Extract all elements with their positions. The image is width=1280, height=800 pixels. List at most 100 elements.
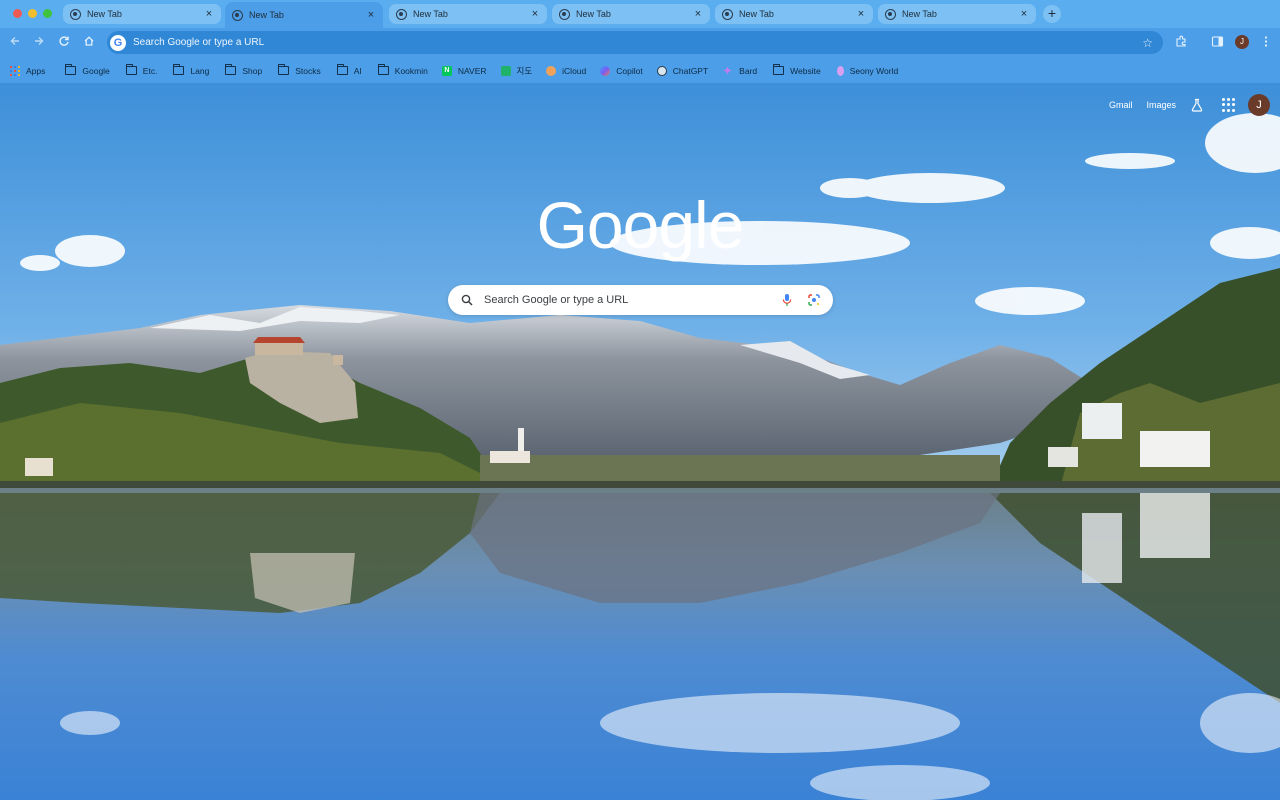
- chatgpt-icon: [656, 65, 667, 76]
- close-window-button[interactable]: [13, 9, 22, 18]
- reload-button[interactable]: [55, 34, 73, 52]
- bookmark-copilot[interactable]: Copilot: [598, 61, 648, 81]
- folder-icon: [65, 64, 77, 75]
- folder-icon: [173, 64, 185, 75]
- tab-close-icon[interactable]: ×: [855, 8, 867, 20]
- back-button[interactable]: [6, 34, 24, 52]
- bookmark-label: Seony World: [849, 65, 899, 76]
- folder-icon: [336, 64, 348, 75]
- home-button[interactable]: [80, 34, 98, 52]
- folder-icon: [225, 64, 237, 75]
- tab-close-icon[interactable]: ×: [203, 8, 215, 20]
- tab-title: New Tab: [902, 9, 937, 19]
- bookmark-folder-kookmin[interactable]: Kookmin: [376, 61, 434, 81]
- apps-grid-icon: [10, 65, 20, 76]
- bookmark-label: ChatGPT: [672, 65, 709, 76]
- tab-close-icon[interactable]: ×: [692, 8, 704, 20]
- omnibox[interactable]: G Search Google or type a URL ☆: [107, 31, 1163, 54]
- bookmark-bard[interactable]: Bard: [720, 61, 763, 81]
- reload-icon: [59, 36, 69, 46]
- tab-new-tab-3[interactable]: New Tab ×: [389, 4, 547, 24]
- tab-new-tab-5[interactable]: New Tab ×: [715, 4, 873, 24]
- omnibox-placeholder: Search Google or type a URL: [133, 37, 265, 48]
- chrome-favicon-icon: [559, 8, 570, 20]
- tab-close-icon[interactable]: ×: [365, 9, 377, 21]
- bard-icon: [723, 66, 733, 75]
- chrome-favicon-icon: [232, 9, 243, 21]
- labs-flask-icon[interactable]: [1190, 98, 1204, 112]
- copilot-icon: [600, 65, 611, 76]
- search-placeholder: Search Google or type a URL: [484, 294, 629, 306]
- side-panel-icon: [1211, 36, 1223, 47]
- arrow-right-icon: [35, 37, 44, 45]
- tab-close-icon[interactable]: ×: [1018, 8, 1030, 20]
- bookmarks-bar: Apps Google Etc. Lang Shop Stocks AI Koo…: [0, 58, 1280, 83]
- bookmark-seony-world[interactable]: Seony World: [835, 61, 905, 81]
- new-tab-button[interactable]: +: [1043, 5, 1061, 23]
- tab-title: New Tab: [576, 9, 611, 19]
- bookmark-icloud[interactable]: iCloud: [544, 61, 592, 81]
- ntp-top-links: Gmail Images J: [1109, 93, 1280, 117]
- bookmark-label: Bard: [739, 65, 758, 76]
- bookmark-label: 지도: [516, 65, 533, 76]
- tab-title: New Tab: [739, 9, 774, 19]
- bookmark-label: Stocks: [295, 65, 321, 76]
- bookmark-naver-map[interactable]: 지도: [499, 61, 539, 81]
- kebab-menu-icon: [1264, 36, 1268, 47]
- bookmark-star-icon[interactable]: ☆: [1142, 36, 1153, 50]
- search-icon: [461, 294, 473, 306]
- chrome-favicon-icon: [70, 8, 81, 20]
- menu-button[interactable]: [1258, 35, 1274, 51]
- chrome-favicon-icon: [885, 8, 896, 20]
- google-logo: Google: [536, 188, 745, 262]
- bookmark-folder-google[interactable]: Google: [63, 61, 115, 81]
- bookmark-label: Kookmin: [394, 65, 428, 76]
- bookmark-label: AI: [353, 65, 362, 76]
- google-lens-icon[interactable]: [807, 293, 821, 307]
- ntp-search-box[interactable]: Search Google or type a URL: [448, 285, 833, 315]
- google-g-icon: G: [110, 34, 126, 51]
- bookmark-folder-lang[interactable]: Lang: [171, 61, 215, 81]
- side-panel-button[interactable]: [1209, 35, 1225, 51]
- extensions-button[interactable]: [1173, 35, 1189, 51]
- bookmark-label: Google: [82, 65, 110, 76]
- images-link[interactable]: Images: [1146, 100, 1176, 110]
- folder-icon: [125, 64, 137, 75]
- bookmark-label: Shop: [242, 65, 263, 76]
- bookmark-folder-stocks[interactable]: Stocks: [276, 61, 327, 81]
- account-avatar[interactable]: J: [1248, 94, 1270, 116]
- bookmark-folder-shop[interactable]: Shop: [223, 61, 268, 81]
- toolbar: G Search Google or type a URL ☆: [0, 28, 1280, 58]
- tab-new-tab-2-active[interactable]: New Tab ×: [225, 2, 383, 28]
- folder-icon: [773, 64, 785, 75]
- tab-new-tab-1[interactable]: New Tab ×: [63, 4, 221, 24]
- home-icon: [84, 36, 94, 46]
- google-apps-grid-icon[interactable]: [1222, 98, 1236, 112]
- naver-icon: N: [441, 65, 452, 76]
- tab-new-tab-6[interactable]: New Tab ×: [878, 4, 1036, 24]
- tab-close-icon[interactable]: ×: [529, 8, 541, 20]
- zoom-window-button[interactable]: [43, 9, 52, 18]
- arrow-left-icon: [10, 37, 19, 45]
- tab-new-tab-4[interactable]: New Tab ×: [552, 4, 710, 24]
- new-tab-page: Gmail Images J Google Search Google or t…: [0, 83, 1280, 800]
- bookmark-folder-ai[interactable]: AI: [335, 61, 368, 81]
- voice-search-mic-icon[interactable]: [781, 293, 793, 307]
- gmail-link[interactable]: Gmail: [1109, 100, 1133, 110]
- tab-title: New Tab: [413, 9, 448, 19]
- forward-button[interactable]: [30, 34, 48, 52]
- bookmark-chatgpt[interactable]: ChatGPT: [655, 61, 714, 81]
- bookmark-label: Website: [790, 65, 821, 76]
- bookmark-apps[interactable]: Apps: [8, 61, 51, 81]
- bookmark-label: iCloud: [562, 65, 587, 76]
- folder-icon: [278, 64, 290, 75]
- bookmark-label: Lang: [190, 65, 210, 76]
- minimize-window-button[interactable]: [28, 9, 37, 18]
- profile-avatar-button[interactable]: J: [1235, 35, 1249, 49]
- bookmark-naver[interactable]: N NAVER: [440, 61, 493, 81]
- bookmark-label: Etc.: [142, 65, 158, 76]
- bookmark-folder-website[interactable]: Website: [771, 61, 827, 81]
- bookmark-folder-etc[interactable]: Etc.: [124, 61, 164, 81]
- bookmark-label: Copilot: [616, 65, 643, 76]
- tab-title: New Tab: [249, 10, 284, 20]
